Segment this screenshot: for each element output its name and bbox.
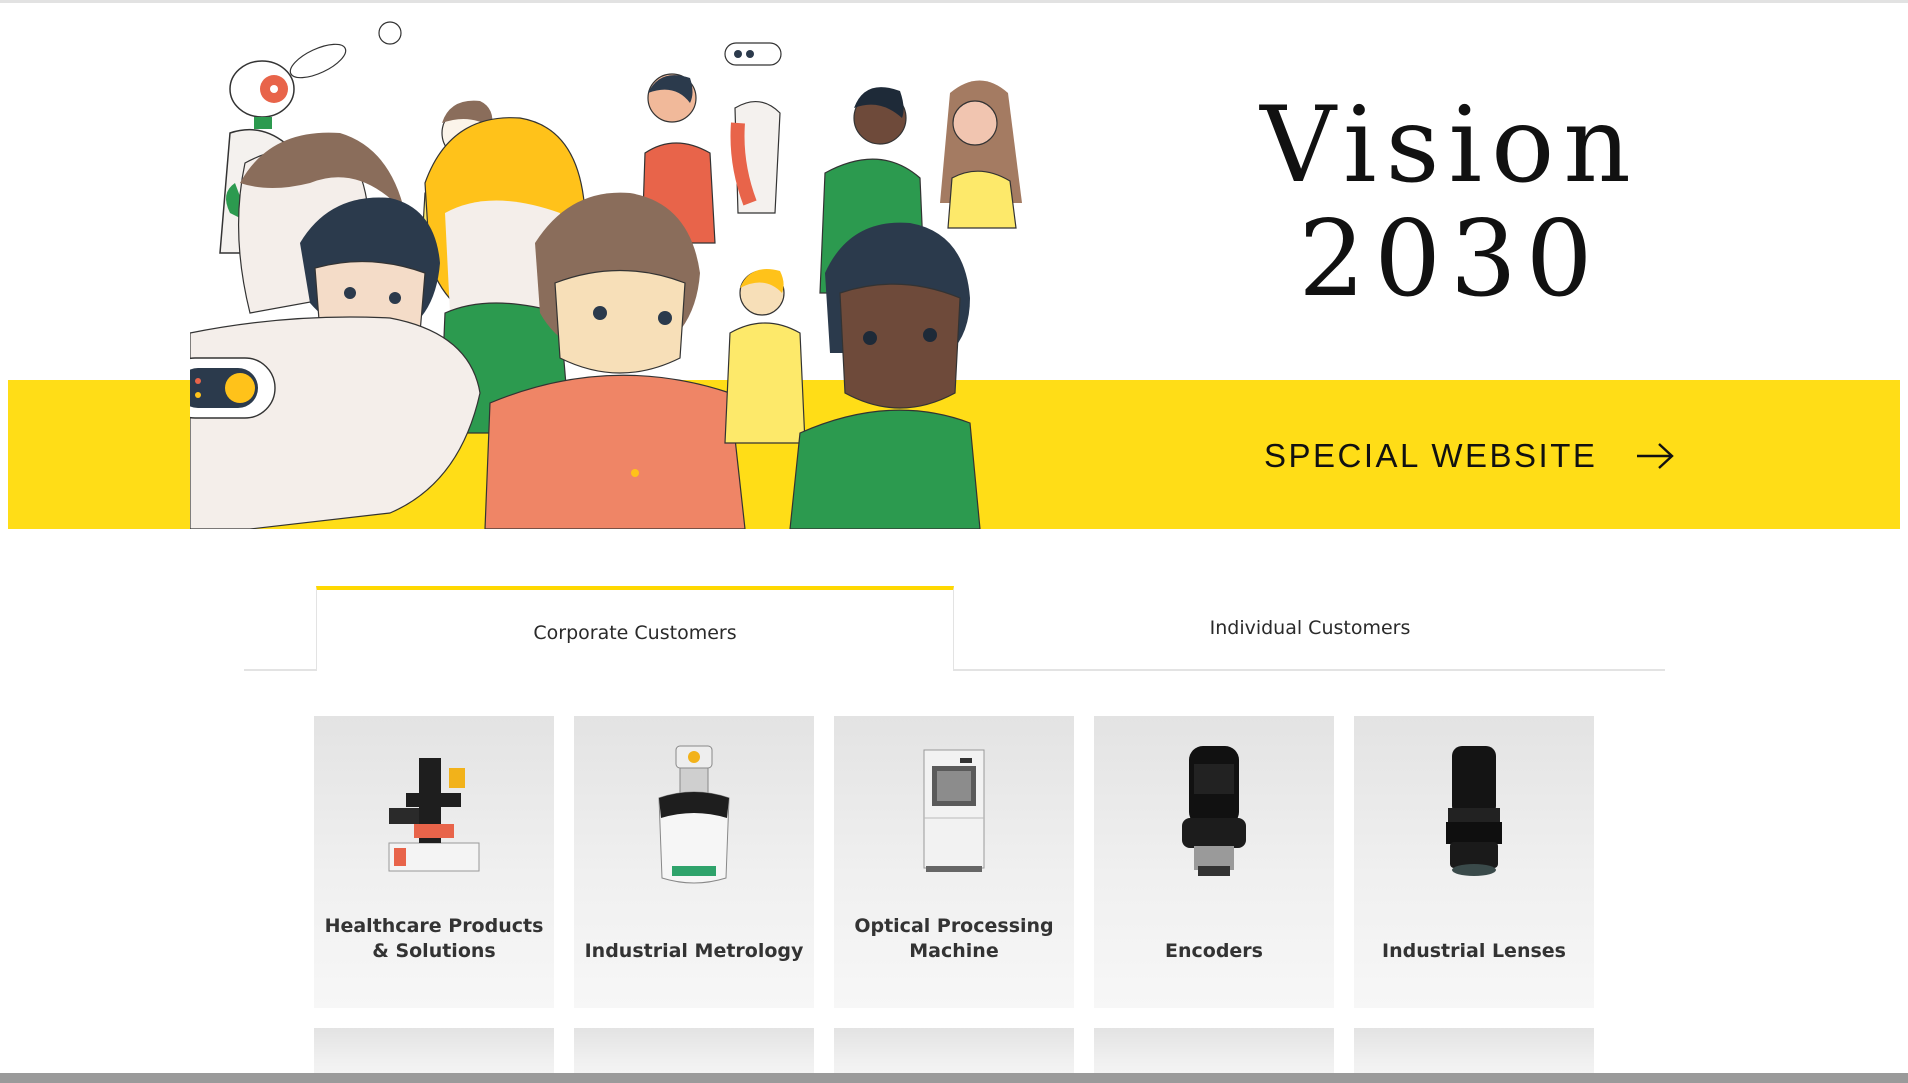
arrow-right-icon xyxy=(1637,443,1675,469)
vision-title-line2: 2030 xyxy=(1298,198,1602,320)
product-label: Industrial Metrology xyxy=(584,940,804,962)
product-category-grid: Healthcare Products & Solutions Industri… xyxy=(314,716,1594,1083)
microscope-icon xyxy=(388,758,480,872)
product-card-healthcare[interactable]: Healthcare Products & Solutions xyxy=(314,716,554,1008)
product-card-industrial-lenses[interactable]: Industrial Lenses xyxy=(1354,716,1594,1008)
child-yellow-dress-figure xyxy=(724,269,806,444)
customer-type-tabs: Corporate Customers Individual Customers xyxy=(244,586,1665,671)
vision-2030-hero-banner[interactable]: Vision 2030 SPECIAL WEBSITE xyxy=(0,3,1908,529)
product-card-optical-processing-machine[interactable]: Optical Processing Machine xyxy=(834,716,1074,1008)
hand-with-switch-figure xyxy=(190,316,481,529)
special-website-label: SPECIAL WEBSITE xyxy=(1264,437,1598,474)
astronaut-figure xyxy=(289,21,402,79)
product-label: Encoders xyxy=(1165,940,1263,962)
vision-title-line1: Vision xyxy=(1260,84,1640,206)
processing-machine-icon xyxy=(923,749,985,872)
product-label: Industrial Lenses xyxy=(1382,940,1566,962)
special-website-link[interactable]: SPECIAL WEBSITE xyxy=(1264,431,1675,481)
encoder-icon xyxy=(1182,746,1246,876)
lens-icon xyxy=(1446,746,1502,876)
woman-long-hair-figure xyxy=(940,80,1022,229)
product-card-industrial-metrology[interactable]: Industrial Metrology xyxy=(574,716,814,1008)
product-card-encoders[interactable]: Encoders xyxy=(1094,716,1334,1008)
tab-individual-customers[interactable]: Individual Customers xyxy=(955,586,1665,668)
hero-people-illustration xyxy=(190,21,1022,529)
vision-2030-title: Vision 2030 xyxy=(1260,88,1640,316)
product-label: Healthcare Products & Solutions xyxy=(324,915,544,962)
product-label: Optical Processing Machine xyxy=(854,915,1054,962)
measuring-robot-icon xyxy=(658,745,730,884)
horizontal-scrollbar[interactable] xyxy=(0,1073,1908,1083)
robot-arm-figure xyxy=(724,42,782,214)
tab-corporate-customers[interactable]: Corporate Customers xyxy=(316,586,954,671)
woman-dark-skin-figure xyxy=(789,222,981,529)
